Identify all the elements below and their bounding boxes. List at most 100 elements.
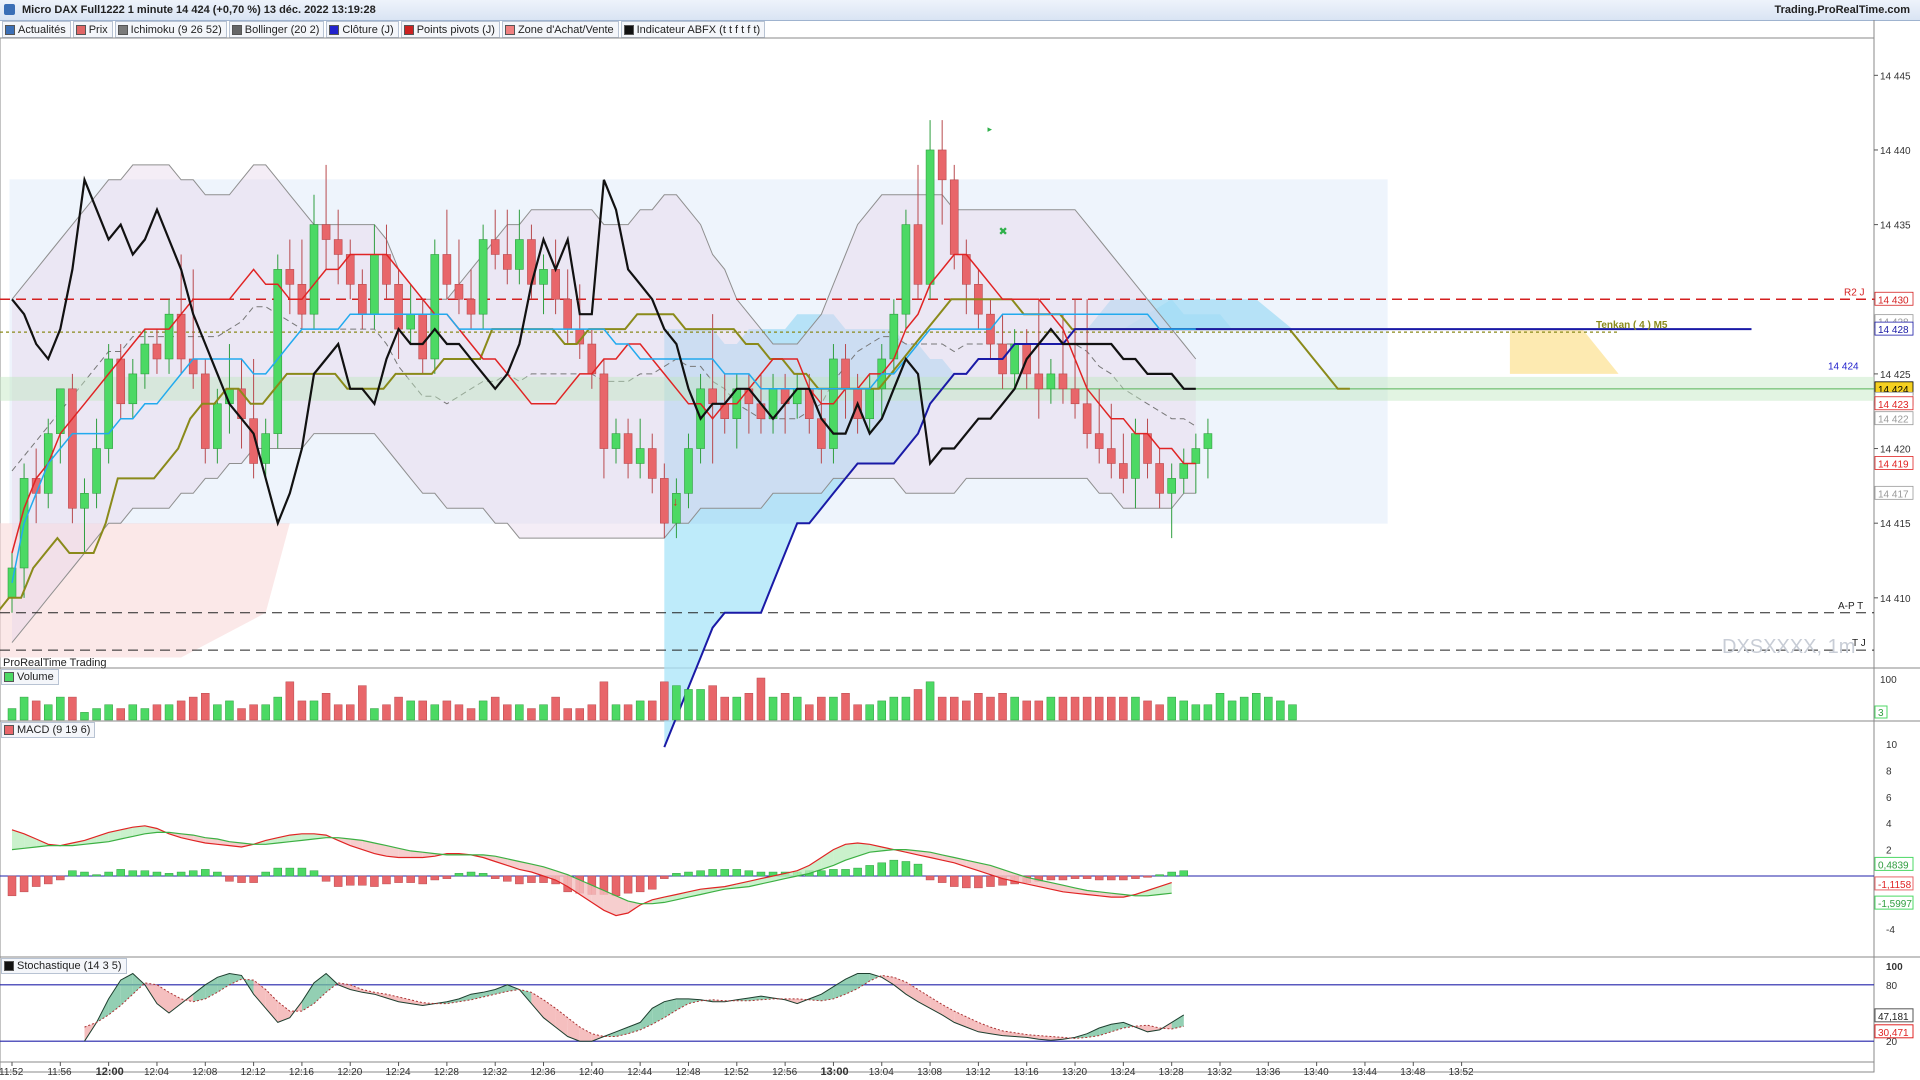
volume-bar: [1215, 693, 1225, 721]
macd-histogram-bar: [31, 875, 41, 887]
macd-histogram-bar: [684, 871, 693, 877]
macd-histogram-bar: [1082, 875, 1092, 879]
volume-bar: [116, 708, 125, 721]
candle-body: [1191, 448, 1201, 464]
macd-histogram-bar: [273, 867, 283, 877]
candle-body: [128, 373, 138, 405]
macd-histogram-bar: [394, 875, 403, 883]
candle-body: [68, 388, 77, 509]
macd-histogram-bar: [466, 871, 476, 877]
candle-body: [841, 358, 850, 390]
volume-bar: [1251, 693, 1261, 721]
volume-bar: [1131, 696, 1140, 721]
macd-histogram-bar: [623, 875, 633, 894]
macd-histogram-bar: [1107, 875, 1116, 881]
volume-bar: [865, 704, 874, 721]
stoch-axis-label: 80: [1886, 981, 1898, 992]
macd-histogram-bar: [853, 867, 862, 877]
volume-bar: [817, 696, 826, 721]
volume-bar: [321, 693, 331, 721]
volume-bar: [744, 693, 754, 721]
macd-histogram-bar: [829, 869, 838, 877]
price-tick-label: 14 415: [1880, 519, 1911, 530]
volume-bar: [237, 708, 246, 721]
macd-histogram-bar: [321, 875, 331, 882]
volume-bar: [261, 704, 270, 721]
candle-body: [684, 448, 693, 494]
candle-body: [720, 403, 730, 419]
macd-histogram-bar: [962, 875, 971, 889]
cross-signal-icon: ✖: [999, 226, 1008, 238]
macd-histogram-bar: [756, 871, 766, 877]
x-tick-label: 13:04: [869, 1067, 894, 1078]
macd-histogram-bar: [889, 859, 899, 877]
candle-body: [539, 269, 548, 285]
price-axis-flag-label: 14 419: [1878, 459, 1909, 470]
volume-bar: [792, 696, 802, 721]
price-tick-label: 14 435: [1880, 221, 1911, 232]
x-tick-label: 13:16: [1014, 1067, 1039, 1078]
macd-histogram-bar: [635, 875, 645, 893]
volume-bar: [1046, 696, 1056, 721]
candle-body: [949, 179, 959, 255]
candle-body: [370, 254, 379, 315]
volume-bar: [841, 693, 850, 721]
macd-histogram-bar: [1143, 875, 1152, 878]
macd-histogram-bar: [43, 875, 53, 885]
macd-axis-label: 8: [1886, 766, 1892, 777]
macd-histogram-bar: [80, 871, 89, 877]
chart-canvas[interactable]: ↓ ✖ ▸ 14 410 14 415 14 420 14 425 14 430 14 435 1…: [0, 0, 1920, 1080]
candle-body: [92, 448, 101, 494]
volume-axis-label: 100: [1880, 675, 1897, 686]
x-tick-label: 13:36: [1255, 1067, 1280, 1078]
candle-body: [490, 239, 500, 255]
volume-bar: [732, 696, 742, 721]
macd-histogram-bar: [213, 871, 222, 877]
candle-body: [515, 239, 524, 270]
volume-bar: [213, 704, 222, 721]
macd-histogram-bar: [442, 875, 452, 879]
volume-bar: [949, 696, 959, 721]
candle-body: [913, 224, 923, 285]
volume-bar: [974, 693, 983, 721]
volume-bar: [527, 708, 536, 721]
volume-bar: [998, 693, 1007, 721]
x-tick-label: 13:20: [1062, 1067, 1087, 1078]
price-axis-flag-label: 14 417: [1878, 489, 1909, 500]
volume-bar: [672, 685, 681, 721]
macd-histogram-bar: [974, 875, 983, 889]
macd-histogram-bar: [901, 861, 911, 877]
volume-bar: [454, 704, 464, 721]
x-tick-label: 12:28: [434, 1067, 459, 1078]
candle-body: [406, 313, 415, 330]
volume-bar: [1288, 704, 1297, 721]
macd-histogram-bar: [1119, 875, 1128, 881]
macd-histogram-bar: [1131, 875, 1140, 879]
candle-body: [623, 433, 633, 464]
volume-bar: [345, 704, 355, 721]
macd-histogram-bar: [744, 870, 754, 877]
candle-body: [309, 224, 319, 315]
volume-bar: [1203, 704, 1213, 721]
volume-bar: [611, 704, 621, 721]
volume-value-label: 3: [1878, 708, 1884, 719]
macd-histogram-bar: [1058, 875, 1068, 881]
stoch-cloud-segment: [640, 1008, 653, 1030]
x-tick-label: 12:16: [289, 1067, 314, 1078]
stoch-cloud-segment: [120, 973, 133, 1006]
volume-bar: [478, 700, 488, 721]
macd-histogram-bar: [841, 869, 850, 877]
candle-body: [1167, 478, 1176, 494]
candle-body: [1070, 388, 1080, 405]
volume-bar: [623, 704, 633, 721]
x-tick-label: 12:24: [386, 1067, 411, 1078]
stoch-cloud-segment: [579, 1027, 592, 1042]
macd-histogram-bar: [708, 869, 717, 877]
macd-histogram-bar: [164, 873, 174, 877]
macd-axis-label: 4: [1886, 819, 1892, 830]
volume-bar: [140, 708, 150, 721]
macd-histogram-bar: [925, 875, 935, 881]
stoch-cloud-segment: [942, 1004, 955, 1023]
candle-body: [188, 358, 198, 375]
candle-body: [1203, 433, 1213, 449]
